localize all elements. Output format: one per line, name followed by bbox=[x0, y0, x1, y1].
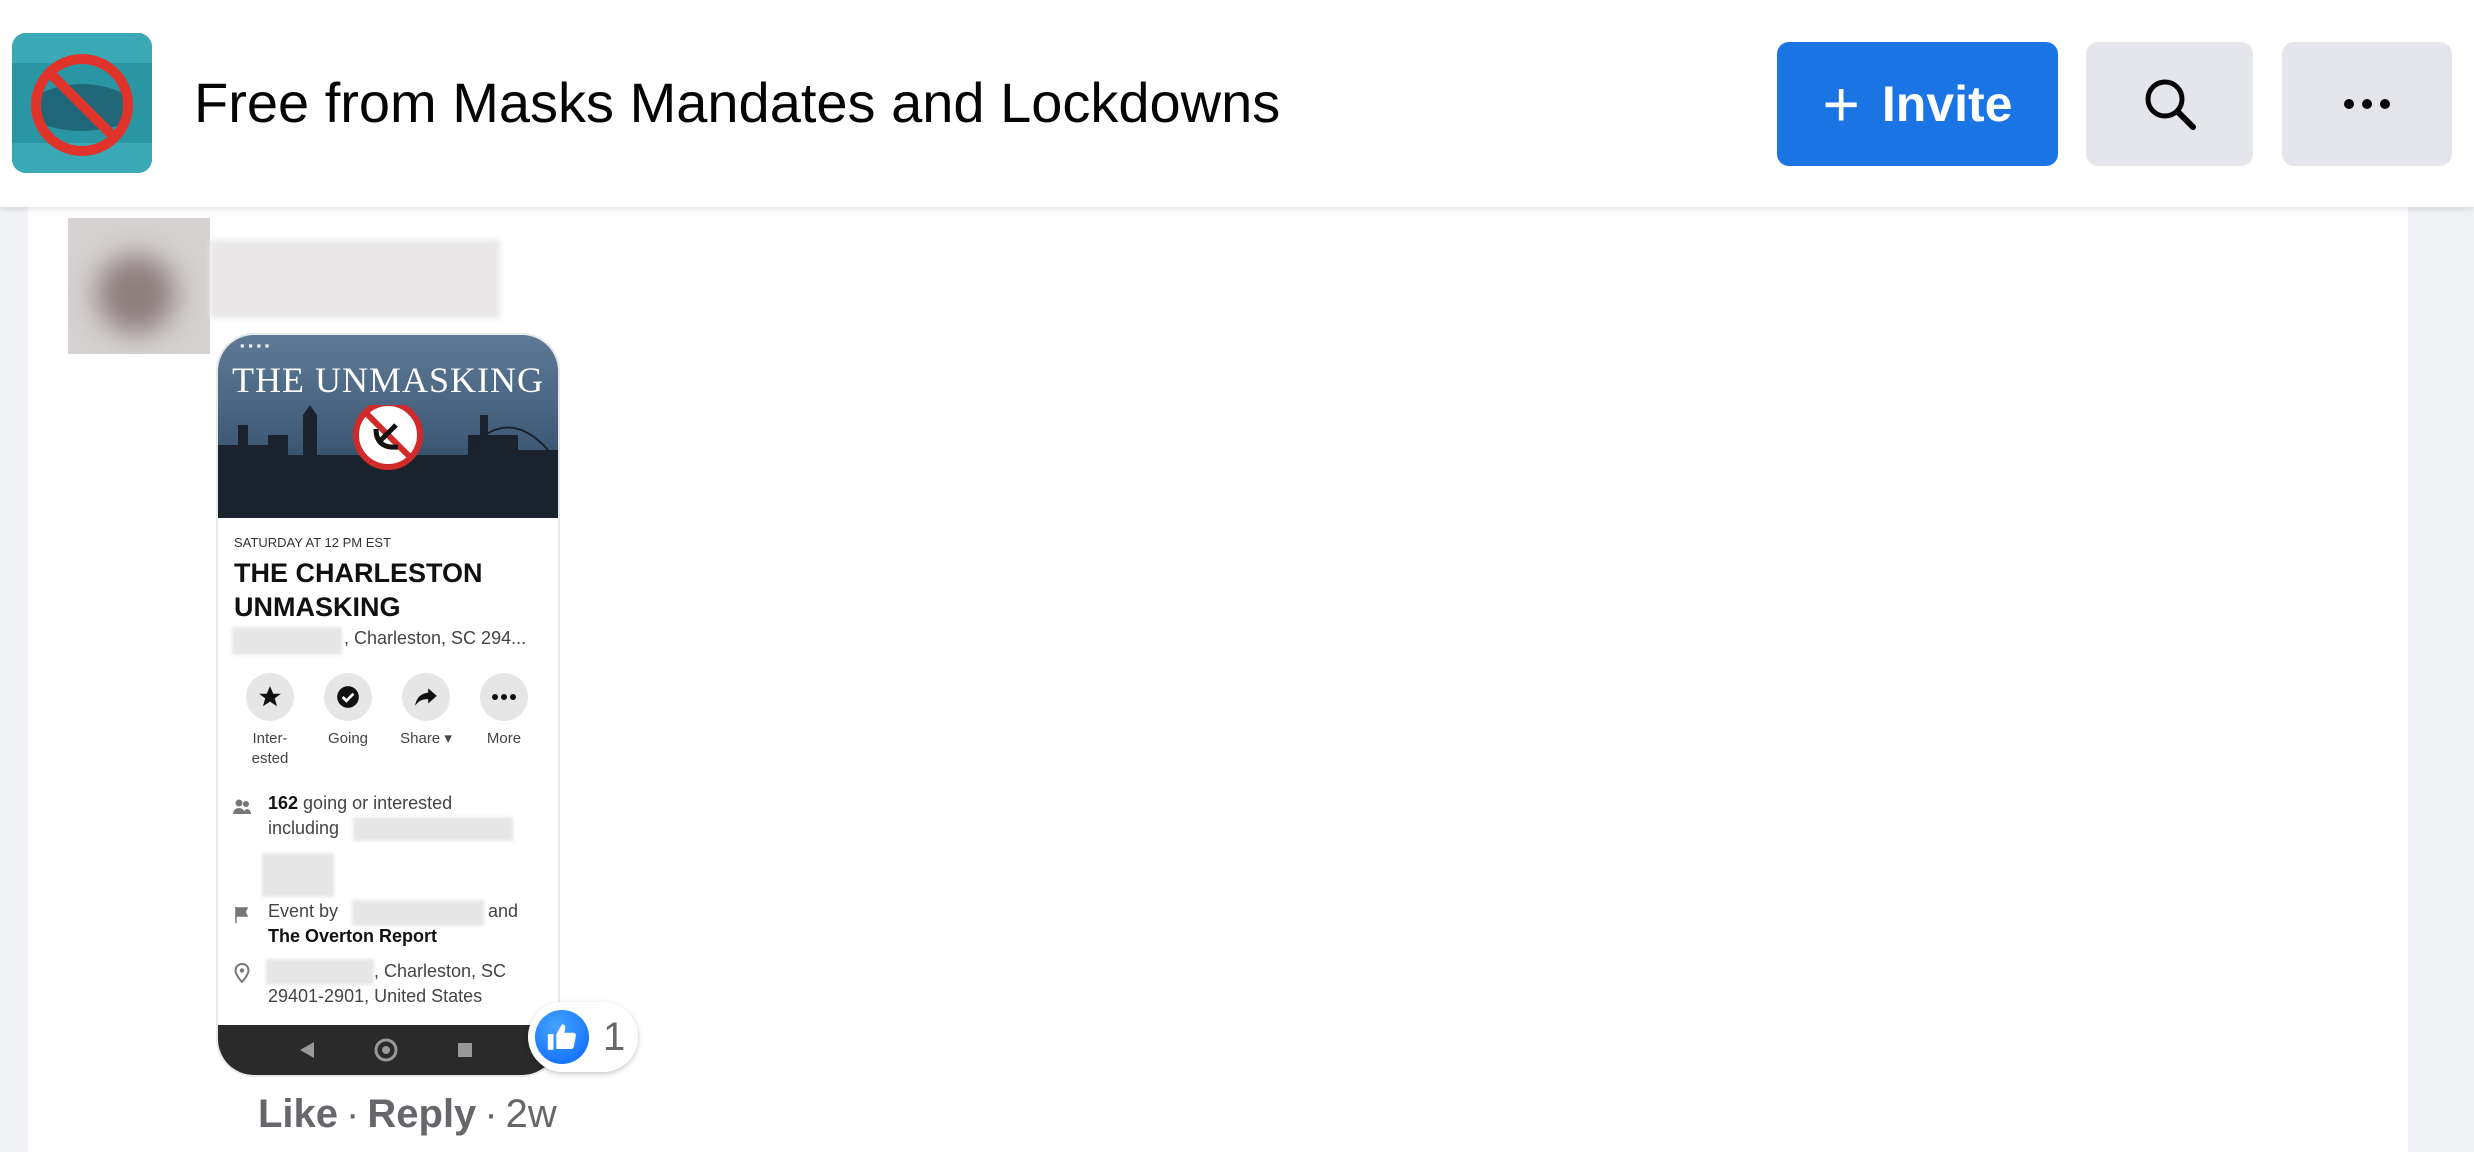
share-action: Share ▾ bbox=[391, 673, 461, 749]
going-count-line: 162 going or interested bbox=[268, 793, 452, 814]
commenter-name-redacted[interactable] bbox=[210, 240, 500, 318]
including-text: including bbox=[268, 818, 340, 838]
phone-nav-bar bbox=[218, 1025, 558, 1075]
address-line-1: , Charleston, SC bbox=[374, 961, 507, 981]
share-label: Share ▾ bbox=[400, 730, 452, 747]
skyline-graphic bbox=[218, 405, 558, 518]
redacted-host bbox=[352, 900, 484, 926]
going-text: going or interested bbox=[298, 793, 453, 813]
more-label: More bbox=[486, 730, 522, 747]
star-icon bbox=[259, 686, 281, 707]
redacted-friends bbox=[353, 817, 513, 841]
reaction-count: 1 bbox=[603, 1014, 626, 1059]
interested-action: Inter- ested bbox=[235, 673, 305, 769]
invite-button[interactable]: + Invite bbox=[1777, 42, 2058, 166]
more-icon bbox=[2344, 99, 2390, 109]
scroll-gutter bbox=[2408, 207, 2474, 1152]
commenter-avatar[interactable] bbox=[68, 218, 210, 354]
going-count: 162 bbox=[268, 793, 299, 813]
separator: · bbox=[484, 1092, 498, 1136]
check-circle-icon bbox=[337, 686, 359, 708]
more-action: More bbox=[469, 673, 539, 749]
share-icon bbox=[415, 688, 437, 706]
location-pin-icon bbox=[234, 963, 250, 983]
more-icon bbox=[492, 694, 516, 700]
group-cover-icon[interactable] bbox=[12, 33, 152, 173]
event-by-suffix: and bbox=[488, 901, 519, 921]
event-banner: ▪ ▪ ▪ ▪ THE UNMASKING bbox=[218, 335, 558, 518]
like-icon bbox=[535, 1010, 589, 1064]
going-action: Going bbox=[313, 673, 383, 749]
invite-button-label: Invite bbox=[1881, 76, 2013, 132]
flag-icon bbox=[235, 907, 249, 923]
search-icon bbox=[2145, 79, 2196, 130]
interested-label: Inter- ested bbox=[251, 730, 289, 767]
reply-link[interactable]: Reply bbox=[367, 1092, 476, 1136]
search-button[interactable] bbox=[2086, 42, 2253, 166]
event-title: THE CHARLESTON UNMASKING bbox=[234, 558, 483, 622]
reaction-summary[interactable]: 1 bbox=[528, 1002, 638, 1072]
redacted-friend-avatar bbox=[262, 853, 334, 897]
comment-timestamp[interactable]: 2w bbox=[506, 1092, 557, 1136]
comment-actions: Like · Reply · 2w bbox=[258, 1092, 557, 1137]
address-line-2: 29401-2901, United States bbox=[268, 986, 483, 1006]
separator: · bbox=[346, 1092, 360, 1136]
phone-status-bar: ▪ ▪ ▪ ▪ bbox=[240, 338, 270, 353]
more-options-button[interactable] bbox=[2282, 42, 2452, 166]
event-organizer: The Overton Report bbox=[268, 926, 438, 946]
redacted-venue bbox=[232, 627, 342, 655]
people-icon bbox=[233, 799, 251, 814]
event-by-prefix: Event by bbox=[268, 901, 339, 921]
group-header: Free from Masks Mandates and Lockdowns +… bbox=[0, 0, 2474, 207]
event-when: SATURDAY AT 12 PM EST bbox=[234, 535, 392, 550]
comment-attachment-image[interactable]: ▪ ▪ ▪ ▪ THE UNMASKING SATURDAY AT 12 PM … bbox=[216, 333, 560, 1077]
plus-icon: + bbox=[1822, 68, 1860, 140]
group-name[interactable]: Free from Masks Mandates and Lockdowns bbox=[194, 70, 1280, 135]
like-link[interactable]: Like bbox=[258, 1092, 338, 1136]
banner-title: THE UNMASKING bbox=[232, 360, 544, 400]
going-label: Going bbox=[327, 730, 369, 747]
event-location-short: , Charleston, SC 294... bbox=[344, 628, 527, 648]
redacted-address bbox=[266, 959, 374, 985]
